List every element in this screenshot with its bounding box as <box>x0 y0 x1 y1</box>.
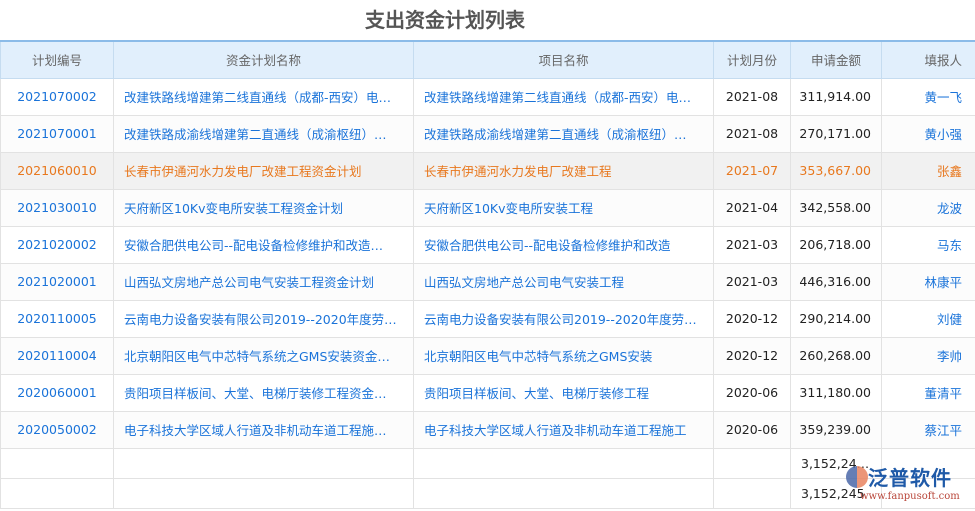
plan-name-link[interactable]: 云南电力设备安装有限公司2019--2020年度劳… <box>113 299 414 338</box>
reporter-link[interactable]: 蔡江平 <box>881 410 975 449</box>
table-row[interactable]: 2020110005 云南电力设备安装有限公司2019--2020年度劳… 云南电力… <box>0 299 975 338</box>
plan-month: 2021-03 <box>713 262 791 301</box>
plan-id-link[interactable]: 2020110004 <box>0 336 114 375</box>
plan-id-link[interactable]: 2020110005 <box>0 299 114 338</box>
page-title: 支出资金计划列表 <box>365 8 525 32</box>
plan-month: 2021-07 <box>713 151 791 190</box>
plan-name-link[interactable]: 山西弘文房地产总公司电气安装工程资金计划 <box>113 262 414 301</box>
col-plan[interactable]: 资金计划名称 <box>113 40 414 79</box>
table-header: 计划编号 资金计划名称 项目名称 计划月份 申请金额 填报人 <box>0 40 975 79</box>
logo-name: 泛普软件 <box>868 466 952 490</box>
total-row: 3,152,245… <box>0 447 975 479</box>
project-name-link[interactable]: 改建铁路线增建第二线直通线（成都-西安）电… <box>413 77 714 116</box>
reporter-link[interactable]: 黄小强 <box>881 114 975 153</box>
amount: 311,180.00 <box>790 373 882 412</box>
project-name-link[interactable]: 北京朝阳区电气中芯特气系统之GMS安装 <box>413 336 714 375</box>
fanpu-logo: 泛普软件 www.fanpusoft.com <box>846 462 975 510</box>
empty-cell <box>0 447 114 479</box>
plan-id-link[interactable]: 2021020002 <box>0 225 114 264</box>
amount: 359,239.00 <box>790 410 882 449</box>
reporter-link[interactable]: 林康平 <box>881 262 975 301</box>
plan-name-link[interactable]: 安徽合肥供电公司--配电设备检修维护和改造… <box>113 225 414 264</box>
amount: 206,718.00 <box>790 225 882 264</box>
plan-name-link[interactable]: 贵阳项目样板间、大堂、电梯厅装修工程资金… <box>113 373 414 412</box>
plan-id-link[interactable]: 2021070001 <box>0 114 114 153</box>
table-row[interactable]: 2021030010 天府新区10Kv变电所安装工程资金计划 天府新区10Kv变电所… <box>0 188 975 227</box>
project-name-link[interactable]: 长春市伊通河水力发电厂改建工程 <box>413 151 714 190</box>
logo-url: www.fanpusoft.com <box>860 491 960 502</box>
col-id[interactable]: 计划编号 <box>0 40 114 79</box>
empty-cell <box>413 477 714 509</box>
plan-name-link[interactable]: 改建铁路线增建第二线直通线（成都-西安）电… <box>113 77 414 116</box>
amount: 270,171.00 <box>790 114 882 153</box>
table-row[interactable]: 2021020001 山西弘文房地产总公司电气安装工程资金计划 山西弘文房地产总公司… <box>0 262 975 301</box>
plan-id-link[interactable]: 2021030010 <box>0 188 114 227</box>
amount: 342,558.00 <box>790 188 882 227</box>
reporter-link[interactable]: 董清平 <box>881 373 975 412</box>
amount: 353,667.00 <box>790 151 882 190</box>
plan-month: 2020-12 <box>713 336 791 375</box>
empty-cell <box>713 477 791 509</box>
plan-month: 2021-08 <box>713 114 791 153</box>
empty-cell <box>0 477 114 509</box>
project-name-link[interactable]: 改建铁路成渝线增建第二直通线（成渝枢纽）… <box>413 114 714 153</box>
project-name-link[interactable]: 云南电力设备安装有限公司2019--2020年度劳… <box>413 299 714 338</box>
plan-id-link[interactable]: 2020050002 <box>0 410 114 449</box>
plan-month: 2020-06 <box>713 373 791 412</box>
reporter-link[interactable]: 黄一飞 <box>881 77 975 116</box>
plan-name-link[interactable]: 长春市伊通河水力发电厂改建工程资金计划 <box>113 151 414 190</box>
plan-name-link[interactable]: 电子科技大学区域人行道及非机动车道工程施… <box>113 410 414 449</box>
plan-month: 2021-03 <box>713 225 791 264</box>
amount: 311,914.00 <box>790 77 882 116</box>
project-name-link[interactable]: 山西弘文房地产总公司电气安装工程 <box>413 262 714 301</box>
plan-id-link[interactable]: 2021060010 <box>0 151 114 190</box>
reporter-link[interactable]: 龙波 <box>881 188 975 227</box>
logo-mark-icon <box>846 466 868 488</box>
empty-cell <box>113 447 414 479</box>
amount: 260,268.00 <box>790 336 882 375</box>
plan-month: 2020-06 <box>713 410 791 449</box>
plan-name-link[interactable]: 天府新区10Kv变电所安装工程资金计划 <box>113 188 414 227</box>
reporter-link[interactable]: 李帅 <box>881 336 975 375</box>
table-row[interactable]: 2021060010 长春市伊通河水力发电厂改建工程资金计划 长春市伊通河水力发电厂… <box>0 151 975 190</box>
empty-cell <box>713 447 791 479</box>
empty-cell <box>413 447 714 479</box>
table-row[interactable]: 2021020002 安徽合肥供电公司--配电设备检修维护和改造… 安徽合肥供电公司… <box>0 225 975 264</box>
table-row[interactable]: 2021070001 改建铁路成渝线增建第二直通线（成渝枢纽）… 改建铁路成渝线增建… <box>0 114 975 153</box>
plan-id-link[interactable]: 2021020001 <box>0 262 114 301</box>
project-name-link[interactable]: 安徽合肥供电公司--配电设备检修维护和改造 <box>413 225 714 264</box>
empty-cell <box>113 477 414 509</box>
total-row: 3,152,245 <box>0 477 975 509</box>
plan-name-link[interactable]: 北京朝阳区电气中芯特气系统之GMS安装资金… <box>113 336 414 375</box>
col-project[interactable]: 项目名称 <box>413 40 714 79</box>
table-row[interactable]: 2020060001 贵阳项目样板间、大堂、电梯厅装修工程资金… 贵阳项目样板间、大… <box>0 373 975 412</box>
project-name-link[interactable]: 贵阳项目样板间、大堂、电梯厅装修工程 <box>413 373 714 412</box>
table-row[interactable]: 2020050002 电子科技大学区域人行道及非机动车道工程施… 电子科技大学区域人… <box>0 410 975 449</box>
plan-table: 计划编号 资金计划名称 项目名称 计划月份 申请金额 填报人 202107000… <box>0 40 975 509</box>
col-amount[interactable]: 申请金额 <box>790 40 882 79</box>
project-name-link[interactable]: 电子科技大学区域人行道及非机动车道工程施工 <box>413 410 714 449</box>
amount: 446,316.00 <box>790 262 882 301</box>
plan-month: 2020-12 <box>713 299 791 338</box>
reporter-link[interactable]: 张鑫 <box>881 151 975 190</box>
plan-id-link[interactable]: 2020060001 <box>0 373 114 412</box>
amount: 290,214.00 <box>790 299 882 338</box>
table-row[interactable]: 2020110004 北京朝阳区电气中芯特气系统之GMS安装资金… 北京朝阳区电气中… <box>0 336 975 375</box>
plan-name-link[interactable]: 改建铁路成渝线增建第二直通线（成渝枢纽）… <box>113 114 414 153</box>
table-row[interactable]: 2021070002 改建铁路线增建第二线直通线（成都-西安）电… 改建铁路线增建第… <box>0 77 975 116</box>
project-name-link[interactable]: 天府新区10Kv变电所安装工程 <box>413 188 714 227</box>
plan-month: 2021-08 <box>713 77 791 116</box>
col-person[interactable]: 填报人 <box>881 40 975 79</box>
reporter-link[interactable]: 马东 <box>881 225 975 264</box>
reporter-link[interactable]: 刘健 <box>881 299 975 338</box>
plan-month: 2021-04 <box>713 188 791 227</box>
plan-id-link[interactable]: 2021070002 <box>0 77 114 116</box>
col-month[interactable]: 计划月份 <box>713 40 791 79</box>
